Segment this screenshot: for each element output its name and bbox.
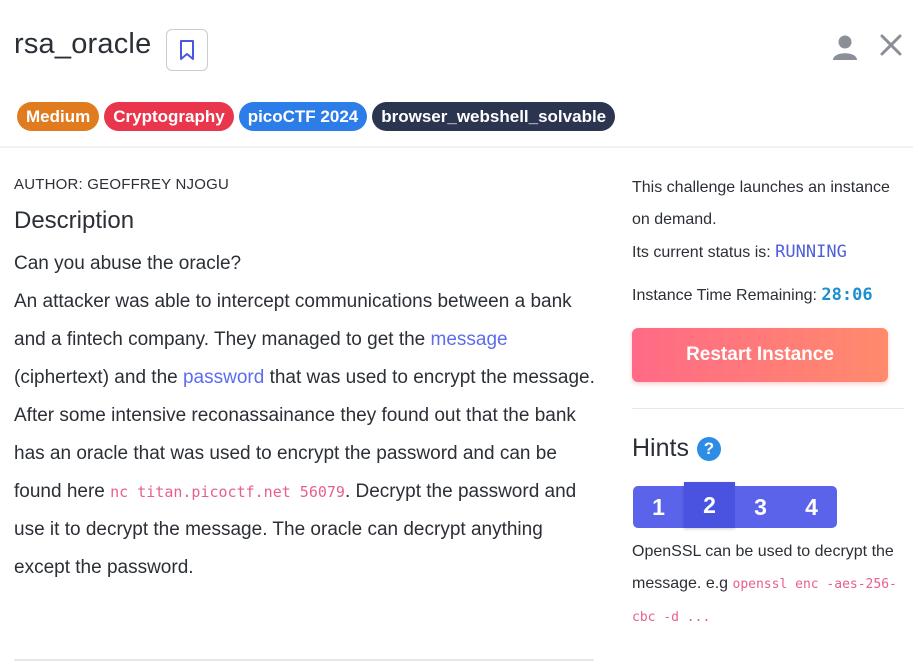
hint-tab-1[interactable]: 1 xyxy=(633,486,684,528)
tag-list: Medium Cryptography picoCTF 2024 browser… xyxy=(17,102,616,131)
bookmark-icon xyxy=(180,40,194,60)
divider xyxy=(14,659,594,661)
author-label: AUTHOR: GEOFFREY NJOGU xyxy=(14,176,229,193)
challenge-title: rsa_oracle xyxy=(14,28,152,60)
divider xyxy=(632,408,904,409)
help-icon[interactable]: ? xyxy=(696,436,721,461)
description-body: Can you abuse the oracle? An attacker wa… xyxy=(14,245,596,587)
user-icon[interactable] xyxy=(830,32,860,62)
instance-status-row: Its current status is: RUNNING xyxy=(632,236,904,269)
close-icon[interactable] xyxy=(878,32,904,58)
instance-panel: This challenge launches an instance on d… xyxy=(632,172,904,625)
password-link[interactable]: password xyxy=(183,367,264,388)
description-paragraph-2: An attacker was able to intercept commun… xyxy=(14,283,596,397)
description-paragraph-3: After some intensive reconassainance the… xyxy=(14,397,596,587)
message-link[interactable]: message xyxy=(431,329,508,350)
hint-tab-3[interactable]: 3 xyxy=(735,486,786,528)
description-line-1: Can you abuse the oracle? xyxy=(14,253,242,274)
difficulty-tag[interactable]: Medium xyxy=(17,102,100,131)
status-label: Its current status is: xyxy=(632,244,776,261)
status-value: RUNNING xyxy=(775,242,847,262)
restart-instance-button[interactable]: Restart Instance xyxy=(632,328,888,382)
description-text: that was used to encrypt the message. xyxy=(264,367,595,388)
time-remaining-label: Instance Time Remaining: xyxy=(632,287,822,304)
webshell-tag[interactable]: browser_webshell_solvable xyxy=(372,102,616,131)
hint-tab-4[interactable]: 4 xyxy=(786,486,837,528)
description-heading: Description xyxy=(14,207,135,234)
hint-tab-2[interactable]: 2 xyxy=(684,482,735,528)
category-tag[interactable]: Cryptography xyxy=(104,102,234,131)
hints-title: Hints xyxy=(632,434,689,462)
time-remaining-value: 28:06 xyxy=(821,285,873,305)
hint-tabs: 1 2 3 4 xyxy=(633,482,837,528)
description-text: (ciphertext) and the xyxy=(14,367,183,388)
event-tag[interactable]: picoCTF 2024 xyxy=(238,102,368,131)
hints-heading: Hints ? xyxy=(632,434,721,463)
instance-time-row: Instance Time Remaining: 28:06 xyxy=(632,279,904,312)
hint-content: OpenSSL can be used to decrypt the messa… xyxy=(632,536,904,634)
bookmark-button[interactable] xyxy=(166,29,208,71)
challenge-header: rsa_oracle Medium Cryptography picoCTF 2… xyxy=(0,0,913,148)
netcat-command: nc titan.picoctf.net 56079 xyxy=(110,483,345,501)
instance-launch-text: This challenge launches an instance on d… xyxy=(632,179,890,228)
description-panel: AUTHOR: GEOFFREY NJOGU Description Can y… xyxy=(14,176,596,587)
